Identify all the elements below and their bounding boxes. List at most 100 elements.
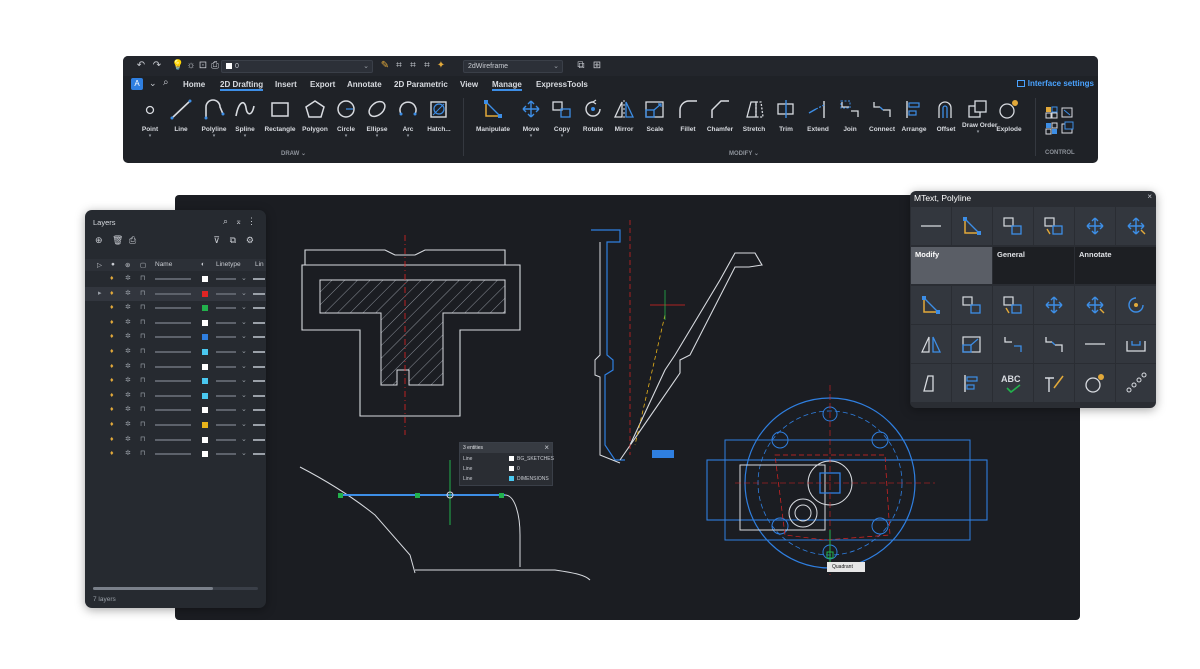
lock-icon[interactable]: ⊓ xyxy=(140,421,145,429)
layer-color-swatch[interactable] xyxy=(202,334,208,341)
freeze-icon[interactable]: ✲ xyxy=(125,348,131,356)
lock-icon[interactable]: ⊓ xyxy=(140,363,145,371)
tab-home[interactable]: Home xyxy=(183,79,205,91)
scrollbar-thumb[interactable] xyxy=(93,587,213,590)
fillet-tool[interactable]: Fillet xyxy=(672,98,704,154)
freeze-icon[interactable]: ✲ xyxy=(125,333,131,341)
arrange-tool[interactable]: Arrange xyxy=(898,98,930,154)
chevron-down-icon[interactable]: ⌄ xyxy=(241,290,247,298)
set-current-icon[interactable]: ⎙ xyxy=(129,235,136,246)
layer-bulb-icon[interactable]: ♦ xyxy=(110,392,114,400)
lineweight-column[interactable]: Lin xyxy=(255,261,264,268)
chevron-down-icon[interactable]: ⌄ xyxy=(241,275,247,283)
filter-icon[interactable]: ⊽ xyxy=(213,235,220,246)
tab-annotate[interactable]: Annotate xyxy=(347,79,382,91)
lock-icon[interactable]: ⊓ xyxy=(140,348,145,356)
chamfer-tool[interactable]: Chamfer xyxy=(704,98,736,154)
lock-icon[interactable]: ⊓ xyxy=(140,290,145,298)
quad-move-copy-button[interactable] xyxy=(1075,286,1115,324)
layer-color-swatch[interactable] xyxy=(202,305,208,312)
ellipse-tool[interactable]: Ellipse ▾ xyxy=(361,98,393,154)
chevron-down-icon[interactable]: ⌄ xyxy=(241,377,247,385)
layer-row[interactable]: ♦ ✲ ⊓ ⌄ xyxy=(85,389,266,404)
draw-order-tool[interactable]: Draw Order ▾ xyxy=(962,98,997,154)
freeze-icon[interactable]: ✲ xyxy=(125,450,131,458)
tab-manage[interactable]: Manage xyxy=(492,79,522,91)
freeze-icon[interactable]: ✲ xyxy=(125,304,131,312)
entity-layer[interactable]: 0 xyxy=(509,466,520,472)
entity-properties-popup[interactable]: 3 entities × Line BG_SKETCHES Line 0 Lin… xyxy=(459,442,554,486)
layer-row[interactable]: ▸ ♦ ✲ ⊓ ⌄ xyxy=(85,286,266,302)
join-tool[interactable]: Join xyxy=(834,98,866,154)
freeze-icon[interactable]: ✲ xyxy=(125,377,131,385)
chevron-down-icon[interactable]: ⌄ xyxy=(241,348,247,356)
redo-icon[interactable]: ↷ xyxy=(151,59,163,73)
tab-insert[interactable]: Insert xyxy=(275,79,297,91)
zoom-icon[interactable]: ⊞ xyxy=(591,59,603,73)
layer-bulb-icon[interactable]: 💡 xyxy=(171,59,185,73)
print-icon[interactable]: ⎙ xyxy=(209,59,221,73)
layer-color-swatch[interactable] xyxy=(202,319,208,326)
close-icon[interactable]: × xyxy=(1147,192,1152,201)
chevron-down-icon[interactable]: ⌄ xyxy=(241,421,247,429)
layer-row[interactable]: ♦ ✲ ⊓ ⌄ xyxy=(85,360,266,375)
layer-states-icon[interactable]: ⧉ xyxy=(230,235,236,246)
layer-color-swatch[interactable] xyxy=(202,378,208,385)
scale-tool[interactable]: Scale xyxy=(639,98,671,154)
mirror-tool[interactable]: Mirror xyxy=(608,98,640,154)
layer-bulb-icon[interactable]: ♦ xyxy=(110,421,114,429)
explode-tool[interactable]: Explode xyxy=(993,98,1025,154)
move-tool[interactable]: Move ▾ xyxy=(515,98,547,154)
layer-row[interactable]: ♦ ✲ ⊓ ⌄ xyxy=(85,403,266,418)
tab-2d-drafting[interactable]: 2D Drafting xyxy=(220,79,264,91)
quad-stretch-button[interactable] xyxy=(911,364,951,402)
lock-icon[interactable]: ⊓ xyxy=(140,377,145,385)
layer-sun-icon[interactable]: ☼ xyxy=(185,59,197,73)
lock-icon[interactable]: ⊓ xyxy=(140,450,145,458)
tab-view[interactable]: View xyxy=(460,79,478,91)
chevron-down-icon[interactable]: ⌄ xyxy=(241,304,247,312)
layer-row[interactable]: ♦ ✲ ⊓ ⌄ xyxy=(85,374,266,389)
quad-explode-button[interactable] xyxy=(1075,364,1115,402)
layer-bulb-icon[interactable]: ♦ xyxy=(110,290,114,298)
quad-join-button[interactable] xyxy=(993,325,1033,363)
quad-move-button[interactable] xyxy=(1034,286,1074,324)
settings-icon[interactable]: ⚙ xyxy=(246,235,254,246)
pin-icon[interactable]: ⌅ xyxy=(235,217,242,226)
quad-line-button[interactable] xyxy=(911,207,951,245)
chevron-down-icon[interactable]: ⌄ xyxy=(241,450,247,458)
layer-state-icon[interactable]: ⌗ xyxy=(407,59,419,73)
circle-tool[interactable]: Circle ▾ xyxy=(330,98,362,154)
layer-color-swatch[interactable] xyxy=(202,392,208,399)
tab-export[interactable]: Export xyxy=(310,79,335,91)
layer-color-swatch[interactable] xyxy=(202,349,208,355)
quad-line-button[interactable] xyxy=(1075,325,1115,363)
layer-walk-icon[interactable]: ⌗ xyxy=(421,59,433,73)
layer-bulb-icon[interactable]: ♦ xyxy=(110,406,114,414)
layer-bulb-icon[interactable]: ♦ xyxy=(110,275,114,283)
match-props-icon[interactable]: ✎ xyxy=(379,59,391,73)
layer-bulb-icon[interactable]: ♦ xyxy=(110,450,114,458)
extend-tool[interactable]: Extend xyxy=(802,98,834,154)
freeze-icon[interactable]: ✲ xyxy=(125,363,131,371)
chevron-down-icon[interactable]: ⌄ xyxy=(241,392,247,400)
quad-tab-general[interactable]: General xyxy=(993,247,1074,284)
close-icon[interactable]: × xyxy=(544,443,549,453)
linetype-column[interactable]: Linetype xyxy=(216,261,241,268)
layer-bulb-icon[interactable]: ♦ xyxy=(110,363,114,371)
freeze-icon[interactable]: ✲ xyxy=(125,275,131,283)
quad-text-edit-button[interactable] xyxy=(1034,364,1074,402)
quad-manipulate-button[interactable] xyxy=(911,286,951,324)
layer-row[interactable]: ♦ ✲ ⊓ ⌄ xyxy=(85,433,266,448)
undo-icon[interactable]: ↶ xyxy=(135,59,147,73)
layer-color-swatch[interactable] xyxy=(202,363,208,370)
lock-icon[interactable]: ⊓ xyxy=(140,275,145,283)
polygon-tool[interactable]: Polygon xyxy=(299,98,331,154)
visual-style-dropdown[interactable]: 2dWireframe ⌄ xyxy=(463,60,563,73)
chevron-down-icon[interactable]: ⌄ xyxy=(241,436,247,444)
entity-layer[interactable]: BG_SKETCHES xyxy=(509,456,554,462)
tab-2d-parametric[interactable]: 2D Parametric xyxy=(394,79,448,91)
layer-color-swatch[interactable] xyxy=(202,422,208,428)
stretch-tool[interactable]: Stretch xyxy=(738,98,770,154)
quad-spellcheck-button[interactable]: ABC xyxy=(993,364,1033,402)
